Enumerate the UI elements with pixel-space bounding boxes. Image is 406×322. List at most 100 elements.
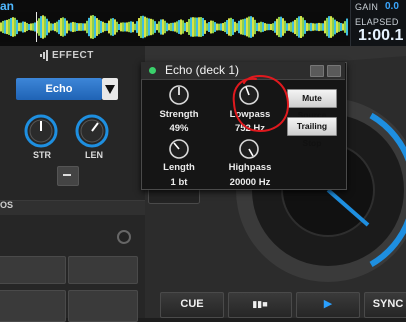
- waveform-bar: [262, 22, 264, 32]
- waveform-bar: [86, 20, 88, 34]
- waveform-bar: [62, 17, 64, 37]
- waveform-bar: [158, 21, 160, 33]
- sampler-pad[interactable]: [0, 256, 66, 284]
- sampler-pad[interactable]: [0, 290, 66, 322]
- length-value: 1 bt: [170, 177, 188, 188]
- waveform-bar: [220, 23, 222, 31]
- waveform-bar: [290, 22, 292, 32]
- waveform-bar: [196, 17, 198, 37]
- waveform-bar: [96, 18, 98, 36]
- waveform-bar: [210, 20, 212, 34]
- waveform-bar: [270, 23, 272, 31]
- waveform-bar: [124, 22, 126, 32]
- waveform-bar: [138, 18, 140, 36]
- waveform-bar: [226, 20, 228, 34]
- popup-close-button[interactable]: [327, 65, 341, 77]
- waveform-bar: [50, 23, 52, 31]
- waveform-bar: [98, 19, 100, 35]
- waveform-bar: [310, 22, 312, 32]
- waveform-bar: [120, 22, 122, 32]
- waveform-bar: [328, 16, 330, 38]
- strength-knob[interactable]: [168, 84, 190, 106]
- waveform-bar: [288, 23, 290, 31]
- waveform-display[interactable]: [0, 12, 348, 42]
- sampler-indicator[interactable]: [117, 230, 131, 244]
- waveform-bar: [68, 23, 70, 31]
- waveform-bar: [126, 22, 128, 32]
- waveform-bar: [128, 21, 130, 33]
- waveform-bar: [338, 22, 340, 32]
- waveform-bar: [166, 22, 168, 32]
- waveform-bar: [230, 17, 232, 37]
- waveform-bar: [224, 21, 226, 33]
- waveform-bar: [324, 20, 326, 34]
- waveform-bar: [238, 20, 240, 34]
- waveform-bar: [26, 22, 28, 32]
- sync-button[interactable]: SYNC: [364, 292, 406, 318]
- waveform-bar: [322, 23, 324, 31]
- waveform-bar: [268, 23, 270, 31]
- waveform-bar: [160, 19, 162, 35]
- waveform-bar: [30, 23, 32, 31]
- pause-button[interactable]: ▮▮■: [228, 292, 292, 318]
- minus-button[interactable]: [57, 166, 79, 186]
- sampler-pad[interactable]: [68, 256, 138, 284]
- length-label: Length: [163, 162, 195, 173]
- length-knob[interactable]: [168, 138, 190, 160]
- waveform-bar: [64, 18, 66, 36]
- waveform-bar: [34, 22, 36, 32]
- play-button[interactable]: ▶: [296, 292, 360, 318]
- waveform-bar: [44, 16, 46, 38]
- waveform-bar: [100, 20, 102, 34]
- sampler-header: [0, 200, 145, 215]
- effect-select-label: Echo: [45, 83, 73, 95]
- waveform-bar: [4, 20, 6, 34]
- waveform-bar: [342, 23, 344, 31]
- waveform-bar: [240, 19, 242, 35]
- waveform-bar: [66, 20, 68, 34]
- waveform-bar: [198, 17, 200, 37]
- str-knob[interactable]: [23, 114, 59, 148]
- highpass-knob[interactable]: [238, 138, 260, 160]
- effect-dropdown-button[interactable]: [102, 78, 118, 100]
- waveform-bar: [152, 19, 154, 35]
- popup-pin-button[interactable]: [310, 65, 324, 77]
- trailing-stop-button[interactable]: Trailing Stop: [287, 117, 337, 148]
- track-title: an: [0, 0, 15, 13]
- waveform-bar: [174, 22, 176, 32]
- waveform-bar: [190, 17, 192, 37]
- mute-source-button[interactable]: Mute Source: [287, 89, 337, 120]
- highpass-label: Highpass: [228, 162, 272, 173]
- strength-value: 49%: [169, 123, 189, 134]
- deck-button[interactable]: [148, 188, 200, 204]
- effect-icon: [40, 50, 48, 61]
- gain-label: GAIN: [355, 2, 379, 12]
- waveform-bar: [170, 22, 172, 32]
- str-knob-label: STR: [33, 150, 51, 160]
- waveform-bar: [108, 20, 110, 34]
- waveform-bar: [284, 20, 286, 34]
- waveform-bar: [150, 18, 152, 36]
- waveform-bar: [334, 19, 336, 35]
- waveform-bar: [148, 18, 150, 36]
- len-knob[interactable]: [74, 114, 110, 148]
- waveform-bar: [182, 20, 184, 34]
- waveform-bar: [206, 23, 208, 31]
- waveform-bar: [200, 17, 202, 37]
- waveform-bar: [318, 22, 320, 32]
- waveform-bar: [254, 19, 256, 35]
- waveform-bar: [88, 17, 90, 37]
- waveform-bar: [330, 16, 332, 38]
- waveform-bar: [144, 16, 146, 38]
- waveform-bar: [274, 21, 276, 33]
- waveform-bar: [272, 23, 274, 31]
- waveform-bar: [278, 16, 280, 38]
- waveform-bar: [194, 17, 196, 37]
- len-knob-label: LEN: [85, 150, 103, 160]
- waveform-bar: [28, 23, 30, 31]
- waveform-bar: [84, 23, 86, 31]
- sampler-pad[interactable]: [68, 290, 138, 322]
- waveform-bar: [0, 22, 2, 32]
- waveform-bar: [178, 20, 180, 34]
- cue-button[interactable]: CUE: [160, 292, 224, 318]
